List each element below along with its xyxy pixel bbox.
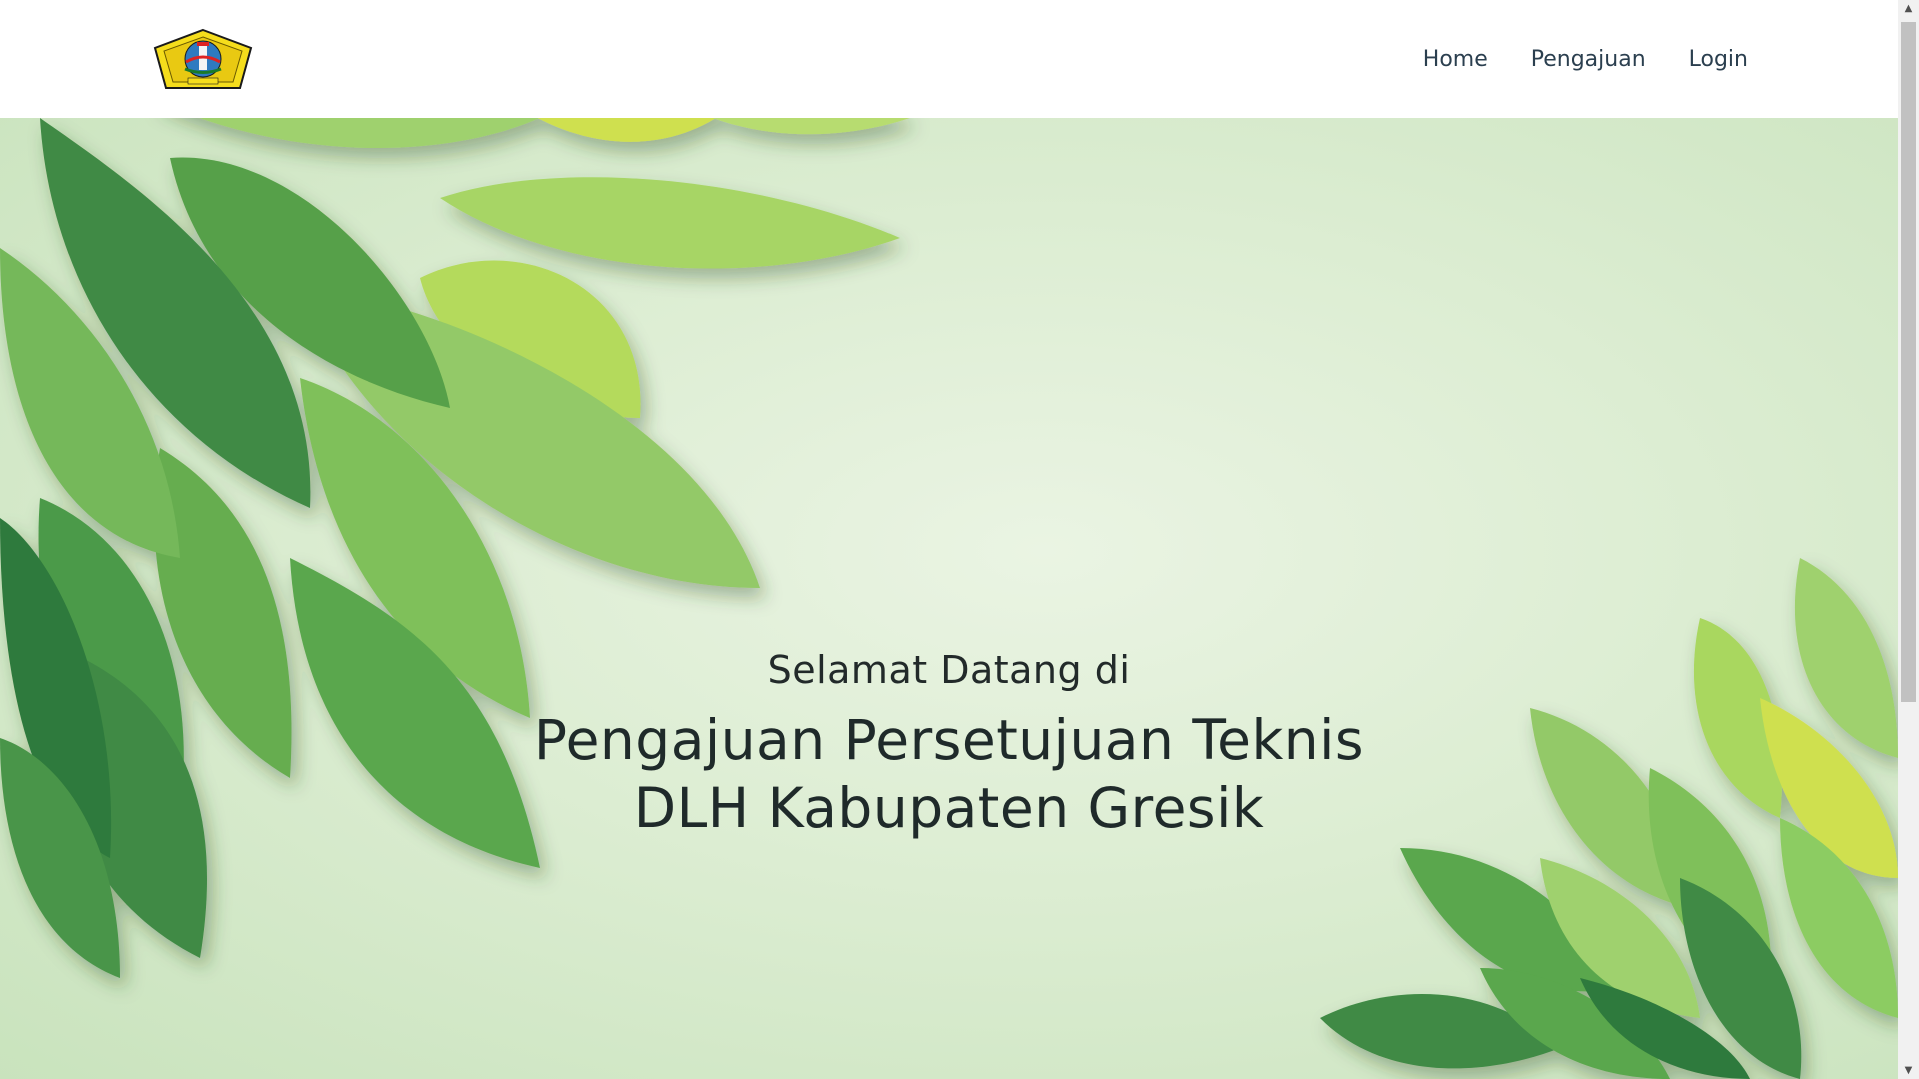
hero-section: Selamat Datang di Pengajuan Persetujuan … [0,118,1898,1079]
nav-pengajuan[interactable]: Pengajuan [1531,47,1646,72]
nav-login[interactable]: Login [1689,47,1748,72]
triangle-down-icon[interactable]: ▼ [1898,1062,1919,1079]
nav-home[interactable]: Home [1423,47,1488,72]
hero-subtitle: Selamat Datang di [767,648,1131,692]
main-nav: Home Pengajuan Login [1423,0,1748,118]
vertical-scrollbar[interactable]: ▲ ▼ [1898,0,1919,1079]
hero-text: Selamat Datang di Pengajuan Persetujuan … [0,648,1898,842]
navbar: Home Pengajuan Login [0,0,1898,118]
logo[interactable] [152,28,254,90]
page-viewport: Home Pengajuan Login Selamat Datang di P… [0,0,1898,1079]
triangle-up-icon[interactable]: ▲ [1898,0,1919,17]
gresik-emblem-icon [153,28,253,89]
hero-title: Pengajuan Persetujuan Teknis DLH Kabupat… [533,708,1365,840]
scrollbar-thumb[interactable] [1901,22,1916,702]
leaves-background [0,118,1898,1079]
